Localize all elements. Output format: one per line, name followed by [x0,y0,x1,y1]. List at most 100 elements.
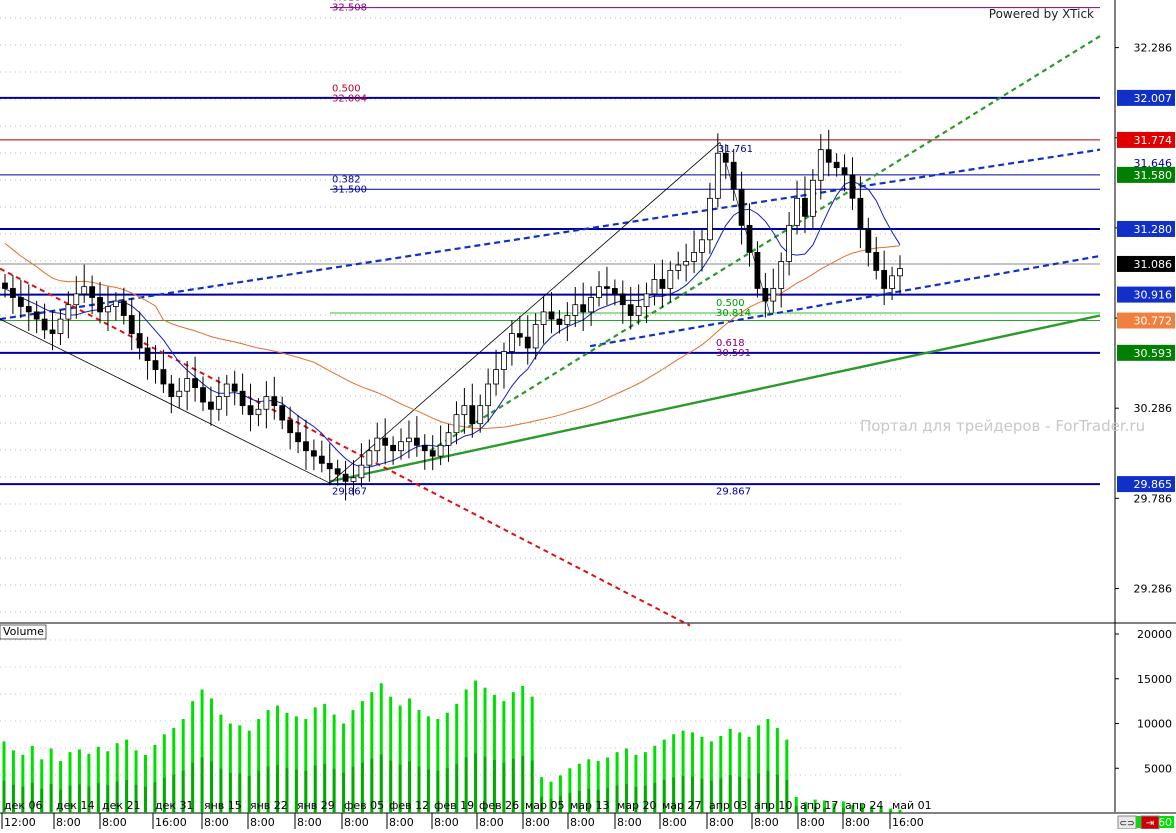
volume-tick-label: 5000 [1144,762,1172,775]
candle-body [25,306,32,313]
candle-body [604,286,610,289]
candle-body [809,179,816,217]
powered-by-label: Powered by XTick [989,7,1094,21]
candle-body [17,297,24,307]
time-label: 16:00 [892,816,924,829]
candle-body [580,304,587,313]
fib-price-label: 30.591 [716,348,751,359]
volume-panel: 20000 15000 10000 5000 [0,624,1172,813]
candle-body [778,261,785,289]
candle-body [208,401,214,410]
candle-body [89,286,96,298]
fib-price-label: 30.814 [716,308,751,319]
date-label: мар 20 [617,799,657,812]
time-label: 8:00 [525,816,550,829]
fib-price-label: 32.508 [332,3,367,14]
time-label: 8:00 [479,816,504,829]
scroll-end-button[interactable]: ⇥ [1140,815,1160,830]
time-label: 8:00 [297,816,322,829]
date-label: янв 15 [204,799,242,812]
volume-bar-base [521,755,525,813]
candle-body [215,396,222,410]
date-label: дек 21 [102,799,141,812]
candle-body [453,414,460,434]
price-badge-label: 31.086 [1134,258,1173,271]
candle-body [572,304,579,316]
volume-bar-base [96,783,100,813]
candle-body [596,286,602,298]
candle-body [10,288,16,298]
candle-body [231,383,238,392]
date-label: фев 12 [389,799,429,812]
chart-window: 0.61832.5080.50032.0040.38231.5000.50030… [0,0,1176,830]
date-label: апр 03 [709,799,747,812]
candle-body [683,261,690,266]
price-tick-label: 32.286 [1134,42,1173,55]
candle-body [786,224,793,262]
time-label: 8:00 [389,816,414,829]
candle-body [105,306,111,313]
price-point-label: 29.867 [332,487,367,498]
time-label: 12:00 [4,816,36,829]
fib-price-label: 32.004 [332,93,367,104]
candle-body [667,270,674,289]
price-tick-label: 29.786 [1134,492,1173,505]
candle-body [144,347,151,361]
time-label: 8:00 [800,816,825,829]
candle-body [857,197,864,230]
candle-body [382,437,389,446]
time-label: 8:00 [617,816,642,829]
candle-body [833,161,840,169]
candle-body [366,450,373,466]
candle-body [429,450,436,457]
candle-body [310,450,317,457]
candle-body [184,378,191,392]
trendline-green-support [329,314,1101,483]
candle-body [421,444,428,452]
candle-body [469,405,476,425]
watermark-text: Портал для трейдеров - ForTrader.ru [860,417,1145,435]
candle-body [2,282,8,289]
candle-body [247,405,254,416]
candle-body [168,383,175,398]
candle-body [461,405,468,416]
candle-body [889,275,895,289]
date-label: май 01 [892,799,932,812]
jump-to-end-icon: ⇥ [1146,818,1154,829]
candle-body [691,252,697,262]
candle-body [413,437,420,446]
candle-body [802,197,808,217]
scroll-link-button[interactable]: ⊂⊃ [1117,815,1137,830]
trend-lines [0,35,1101,627]
date-label: янв 22 [250,799,288,812]
candle-body [532,324,539,349]
candle-body [97,297,103,313]
volume-panel-title: Volume [3,625,44,638]
candle-body [659,279,666,289]
volume-tick-label: 10000 [1137,718,1172,731]
candle-body [152,360,159,370]
candle-body [762,288,769,302]
candle-body [881,270,888,289]
time-label: 8:00 [434,816,459,829]
candle-body [627,304,634,316]
price-badge-label: 31.280 [1134,223,1173,236]
date-label: янв 29 [297,799,335,812]
date-label: дек 14 [56,799,95,812]
candle-body [303,441,309,452]
volume-bar-base [474,753,478,813]
candle-body [136,333,143,349]
date-label: мар 05 [525,799,565,812]
volume-bar-base [747,778,751,813]
chart-canvas[interactable]: 0.61832.5080.50032.0040.38231.5000.50030… [0,0,1176,830]
time-label: 8:00 [570,816,595,829]
time-label: 8:00 [56,816,81,829]
candle-body [556,318,563,325]
candle-body [390,444,396,452]
candle-body [263,396,270,410]
candle-body [611,288,618,295]
candle-body [120,300,127,316]
candle-body [279,405,286,421]
time-axis: дек 06 12:00 дек 14 8:00 дек 21 8:00 дек 31 16:… [1,799,932,829]
candle-body [57,318,64,334]
